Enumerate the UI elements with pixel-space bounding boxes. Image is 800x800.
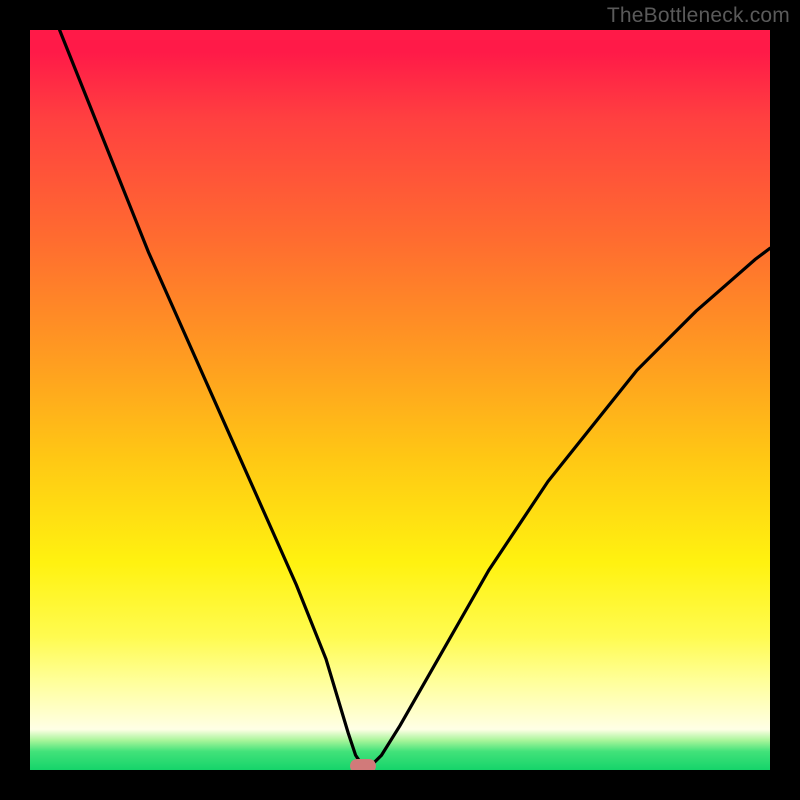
chart-frame: TheBottleneck.com <box>0 0 800 800</box>
bottleneck-curve-svg <box>30 30 770 770</box>
watermark-text: TheBottleneck.com <box>607 4 790 28</box>
minimum-marker <box>350 759 376 770</box>
plot-area <box>30 30 770 770</box>
bottleneck-curve-path <box>60 30 770 766</box>
